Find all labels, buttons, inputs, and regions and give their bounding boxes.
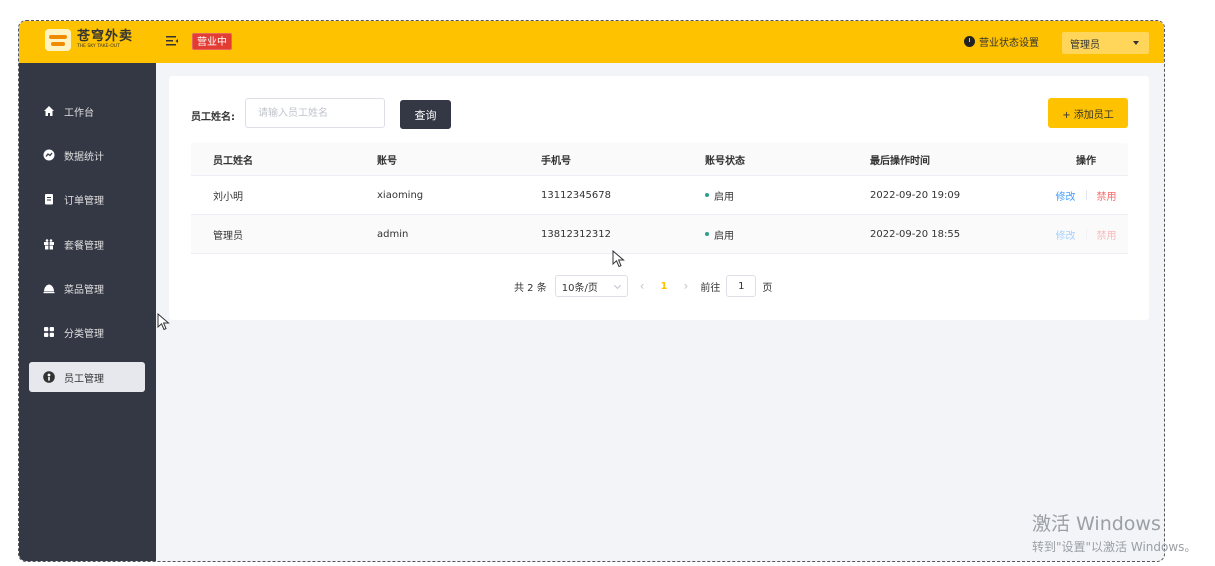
status-cell: 启用	[705, 176, 734, 214]
employee-name-cell: 刘小明	[213, 191, 243, 203]
page-unit-label: 页	[762, 282, 773, 294]
grid-icon	[43, 326, 55, 338]
column-header: 最后操作时间	[870, 155, 930, 167]
action-divider	[1085, 229, 1087, 239]
sidebar-item-statistics[interactable]: 数据统计	[29, 140, 145, 170]
account-cell: xiaoming	[377, 189, 424, 201]
sidebar-item-label: 数据统计	[64, 151, 104, 163]
table-row: 管理员 admin 13812312312 启用 2022-09-20 18:5…	[191, 215, 1128, 254]
column-header: 操作	[1076, 155, 1096, 167]
sidebar-item-label: 套餐管理	[64, 240, 104, 252]
status-text: 启用	[714, 191, 734, 203]
pagination: 共 2 条 10条/页 ‹ 1 › 前往 页	[514, 275, 772, 297]
page-size-value: 10条/页	[561, 282, 598, 294]
watermark-title: 激活 Windows	[1032, 513, 1161, 535]
employee-panel: 员工姓名: 查询 + 添加员工 员工姓名 账号 手机号 账号状态 最后操作时间 …	[169, 76, 1149, 320]
clipboard-icon	[43, 193, 55, 205]
sidebar-item-orders[interactable]: 订单管理	[29, 184, 145, 214]
actions-cell: 修改 禁用	[1051, 176, 1121, 214]
employee-table: 员工姓名 账号 手机号 账号状态 最后操作时间 操作 刘小明 xiaoming …	[191, 143, 1128, 254]
status-cell: 启用	[705, 215, 734, 253]
chevron-down-icon	[613, 281, 621, 290]
goto-label: 前往	[700, 282, 721, 294]
logo: 苍穹外卖 THE SKY TAKE-OUT	[45, 29, 133, 51]
disable-link[interactable]: 禁用	[1097, 188, 1117, 203]
top-bar: 苍穹外卖 THE SKY TAKE-OUT 营业中 营业状态设置 管理员	[19, 21, 1164, 63]
page-number[interactable]: 1	[661, 281, 668, 292]
column-header: 账号状态	[705, 155, 745, 167]
total-count: 共 2 条	[514, 282, 547, 294]
app-window: 苍穹外卖 THE SKY TAKE-OUT 营业中 营业状态设置 管理员 工作台…	[18, 20, 1165, 562]
logo-subtitle: THE SKY TAKE-OUT	[77, 44, 120, 50]
table-row: 刘小明 xiaoming 13112345678 启用 2022-09-20 1…	[191, 176, 1128, 215]
mouse-cursor-icon	[157, 313, 170, 331]
phone-cell: 13112345678	[541, 189, 611, 201]
column-header: 员工姓名	[213, 155, 253, 167]
sidebar-item-dishes[interactable]: 菜品管理	[29, 273, 145, 303]
sidebar-item-category[interactable]: 分类管理	[29, 317, 145, 347]
status-dot-icon	[705, 193, 709, 197]
status-text: 启用	[714, 230, 734, 242]
user-name: 管理员	[1070, 39, 1100, 51]
time-cell: 2022-09-20 19:09	[870, 189, 961, 201]
sidebar-item-workbench[interactable]: 工作台	[29, 96, 145, 126]
shop-status-setting-label: 营业状态设置	[979, 38, 1039, 49]
watermark-subtitle: 转到"设置"以激活 Windows。	[1032, 540, 1197, 554]
table-header: 员工姓名 账号 手机号 账号状态 最后操作时间 操作	[191, 143, 1128, 176]
column-header: 手机号	[541, 155, 571, 167]
time-cell: 2022-09-20 18:55	[870, 228, 961, 240]
sidebar-item-label: 菜品管理	[64, 284, 104, 296]
user-dropdown[interactable]: 管理员	[1062, 32, 1149, 54]
sidebar-item-label: 工作台	[64, 107, 94, 119]
next-page-button[interactable]: ›	[684, 279, 689, 293]
edit-link: 修改	[1055, 230, 1076, 242]
sidebar-item-setmeal[interactable]: 套餐管理	[29, 229, 145, 259]
page-size-select[interactable]: 10条/页	[554, 275, 628, 297]
goto-page-input[interactable]	[726, 275, 757, 297]
sidebar-item-employees[interactable]: 员工管理	[29, 362, 145, 392]
employee-name-cell: 管理员	[213, 230, 243, 242]
person-icon	[43, 371, 55, 383]
gift-icon	[43, 238, 55, 250]
shop-status-badge: 营业中	[192, 33, 232, 50]
home-icon	[43, 105, 55, 117]
sidebar-item-label: 订单管理	[64, 195, 104, 207]
actions-cell: 修改 禁用	[1051, 215, 1121, 253]
logo-title: 苍穹外卖	[77, 29, 134, 45]
sidebar-item-label: 员工管理	[64, 373, 104, 385]
clock-icon	[964, 36, 975, 47]
prev-page-button[interactable]: ‹	[640, 279, 645, 293]
windows-activation-watermark: 激活 Windows 转到"设置"以激活 Windows。	[1032, 512, 1196, 555]
disable-link: 禁用	[1096, 230, 1117, 242]
dish-icon	[43, 282, 55, 294]
chart-icon	[43, 149, 55, 161]
sidebar: 工作台 数据统计 订单管理 套餐管理 菜品管理 分类管理 员工管理	[19, 63, 156, 561]
phone-cell: 13812312312	[541, 228, 611, 240]
action-divider	[1085, 190, 1087, 200]
sidebar-item-label: 分类管理	[64, 328, 104, 340]
caret-down-icon	[1133, 41, 1139, 45]
query-button[interactable]: 查询	[400, 100, 451, 129]
account-cell: admin	[377, 228, 409, 240]
menu-toggle-icon[interactable]	[165, 34, 179, 48]
shop-status-setting-button[interactable]: 营业状态设置	[964, 34, 1039, 49]
mouse-cursor-icon	[612, 250, 625, 268]
logo-icon	[45, 29, 71, 51]
status-dot-icon	[705, 232, 709, 236]
employee-name-search-input[interactable]	[245, 98, 385, 128]
column-header: 账号	[377, 155, 397, 167]
employee-name-label: 员工姓名:	[191, 112, 235, 123]
edit-link[interactable]: 修改	[1056, 188, 1076, 203]
add-employee-button[interactable]: + 添加员工	[1048, 98, 1128, 128]
